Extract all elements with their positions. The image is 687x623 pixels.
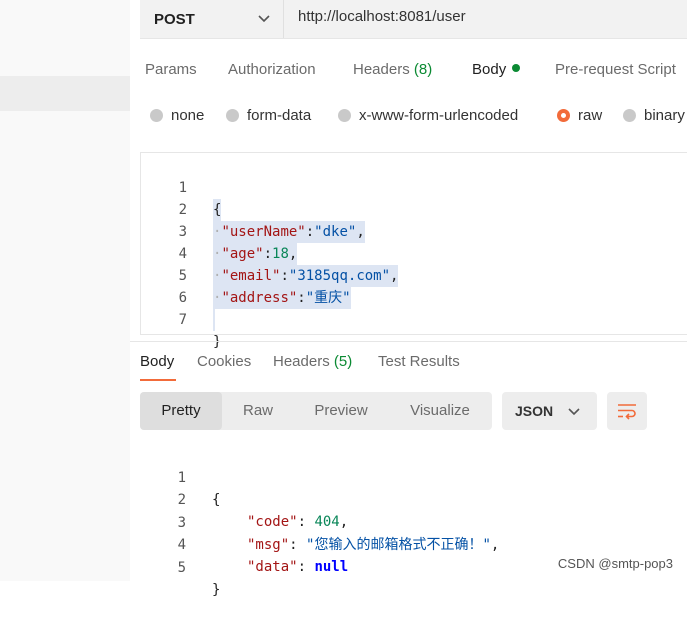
radio-circle xyxy=(226,109,239,122)
body-modified-dot xyxy=(512,64,521,72)
code-line: 2 "code": 404, xyxy=(140,467,687,530)
view-raw[interactable]: Raw xyxy=(222,392,294,430)
active-tab-underline xyxy=(140,379,176,381)
code-line: 5 ·"address":"重庆" xyxy=(141,243,687,309)
response-body-viewer[interactable]: 1 { 2 "code": 404, 3 "msg": "您输入的邮箱格式不正确… xyxy=(140,445,687,598)
response-tab-headers[interactable]: Headers (5) xyxy=(273,353,352,370)
body-type-radios: none form-data x-www-form-urlencoded raw… xyxy=(130,103,687,131)
json-key: "data" xyxy=(247,559,298,575)
code-line: 4 "data": null xyxy=(140,512,687,575)
url-bar: POST http://localhost:8081/user xyxy=(140,0,687,39)
view-preview[interactable]: Preview xyxy=(297,392,385,430)
request-tabs: Params Authorization Headers (8) Body Pr… xyxy=(130,52,687,92)
code-text: } xyxy=(212,582,221,598)
response-tab-test-results[interactable]: Test Results xyxy=(378,353,460,370)
view-mode-segmented: Pretty Raw Preview Visualize xyxy=(140,392,492,430)
request-panel: POST http://localhost:8081/user Params A… xyxy=(130,0,687,598)
tab-body-label: Body xyxy=(472,61,507,78)
wrap-lines-icon xyxy=(618,404,636,420)
code-line: 1 { xyxy=(140,445,687,508)
headers-count: (8) xyxy=(413,61,433,78)
code-line: 1 { xyxy=(141,155,687,221)
watermark: CSDN @smtp-pop3 xyxy=(557,556,673,571)
code-text: "data": null xyxy=(247,556,348,578)
code-line: 6 xyxy=(141,265,687,331)
method-select[interactable]: POST xyxy=(140,0,284,38)
code-line: 7 } xyxy=(141,287,687,350)
radio-form-data-label: form-data xyxy=(247,107,312,124)
tab-headers[interactable]: Headers (8) xyxy=(353,61,432,78)
radio-circle xyxy=(150,109,163,122)
line-number: 5 xyxy=(177,560,186,576)
url-input[interactable]: http://localhost:8081/user xyxy=(298,0,466,38)
wrap-lines-button[interactable] xyxy=(607,392,647,430)
format-select[interactable]: JSON xyxy=(502,392,597,430)
tab-headers-label: Headers xyxy=(353,61,410,78)
response-tab-body[interactable]: Body xyxy=(140,353,174,370)
sidebar-selected-item[interactable] xyxy=(0,76,130,111)
json-line: "data": null xyxy=(247,559,348,575)
chevron-down-icon xyxy=(568,408,580,416)
response-divider xyxy=(130,341,687,342)
chevron-down-icon xyxy=(258,15,270,23)
json-literal: null xyxy=(314,559,349,575)
code-line: 4 ·"email":"3185qq.com", xyxy=(141,221,687,287)
radio-circle xyxy=(623,109,636,122)
view-pretty[interactable]: Pretty xyxy=(140,392,222,430)
tab-pre-request-script[interactable]: Pre-request Script xyxy=(555,61,676,78)
code-line: 3 ·"age":18, xyxy=(141,199,687,265)
radio-none[interactable]: none xyxy=(150,107,204,124)
json-punct: : xyxy=(297,559,307,575)
tab-body[interactable]: Body xyxy=(472,61,521,78)
radio-form-data[interactable]: form-data xyxy=(226,107,311,124)
response-tab-cookies[interactable]: Cookies xyxy=(197,353,251,370)
response-headers-count: (5) xyxy=(333,353,353,370)
response-tabs: Body Cookies Headers (5) Test Results xyxy=(140,350,687,382)
radio-x-www-form-urlencoded[interactable]: x-www-form-urlencoded xyxy=(338,107,518,124)
radio-raw[interactable]: raw xyxy=(557,107,602,124)
line-number: 7 xyxy=(178,312,187,328)
view-visualize[interactable]: Visualize xyxy=(390,392,490,430)
code-line: 2 ·"userName":"dke", xyxy=(141,177,687,243)
code-line: 5 } xyxy=(140,535,687,598)
tab-authorization[interactable]: Authorization xyxy=(228,61,316,78)
method-label: POST xyxy=(154,10,195,28)
radio-urlencoded-label: x-www-form-urlencoded xyxy=(359,107,519,124)
request-body-editor[interactable]: 1 { 2 ·"userName":"dke", 3 ·"age":18, 4 … xyxy=(140,152,687,350)
response-headers-label: Headers xyxy=(273,353,330,370)
radio-binary-label: binary xyxy=(644,107,685,124)
collections-sidebar xyxy=(0,0,131,581)
format-label: JSON xyxy=(515,403,554,419)
radio-circle-selected xyxy=(557,109,570,122)
code-line: 3 "msg": "您输入的邮箱格式不正确！", xyxy=(140,490,687,553)
radio-binary[interactable]: binary xyxy=(623,107,685,124)
radio-circle xyxy=(338,109,351,122)
code-text xyxy=(213,309,215,331)
radio-none-label: none xyxy=(171,107,205,124)
tab-params[interactable]: Params xyxy=(145,61,197,78)
radio-raw-label: raw xyxy=(578,107,603,124)
